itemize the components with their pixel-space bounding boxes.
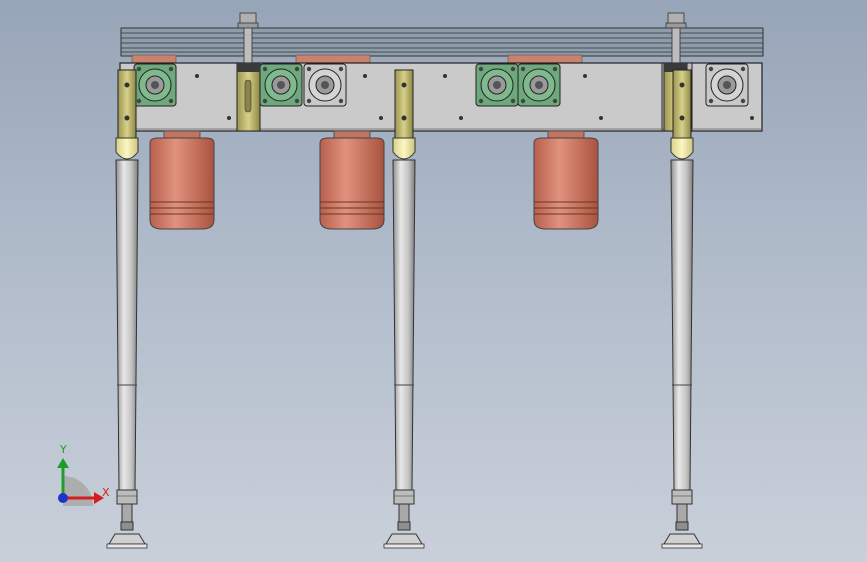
bearing-block: [259, 63, 303, 107]
bearing-block: [303, 63, 347, 107]
bearing-block: [475, 63, 519, 107]
triad-quadrant: [63, 476, 93, 506]
conveyor-assembly-model[interactable]: [0, 0, 867, 562]
belt-plates: [120, 27, 764, 57]
gear-motor: [319, 130, 385, 230]
bearing-block: [705, 63, 749, 107]
y-axis-head: [57, 458, 69, 468]
bearing-block: [133, 63, 177, 107]
gear-motor: [533, 130, 599, 230]
cad-graphics-viewport[interactable]: Y X: [0, 0, 867, 562]
z-axis-dot: [58, 493, 68, 503]
gear-motor: [149, 130, 215, 230]
support-leg: [661, 69, 703, 549]
motors: [149, 130, 599, 230]
support-leg: [383, 69, 425, 549]
y-axis-label: Y: [59, 443, 67, 456]
orientation-triad: Y X: [57, 443, 110, 506]
bearing-block: [517, 63, 561, 107]
x-axis-label: X: [102, 486, 110, 499]
